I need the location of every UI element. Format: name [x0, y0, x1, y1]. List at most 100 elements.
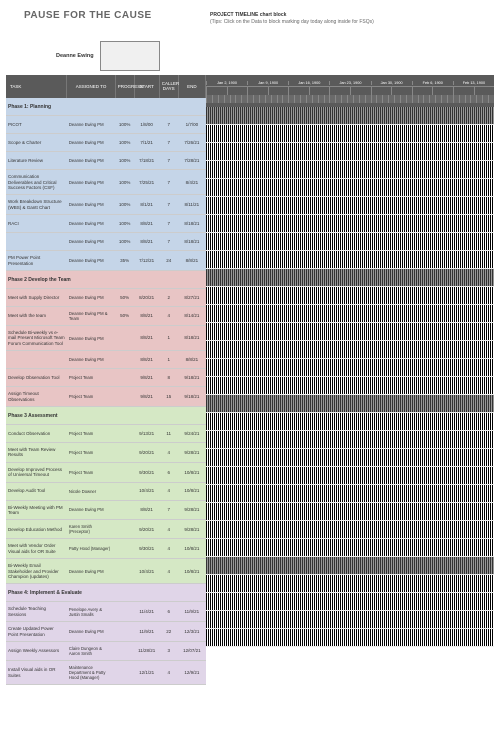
- task-progress: [115, 641, 134, 660]
- task-end: 11/9/21: [178, 602, 205, 622]
- task-row: Install Visual aids in OR SuitesMaintena…: [6, 661, 206, 685]
- task-progress: [115, 622, 134, 642]
- timeline-month: Jan 9, 1900: [247, 81, 288, 85]
- task-name: Schedule Bi-weekly vs e-mail Present Mic…: [6, 326, 67, 351]
- task-days: 6: [159, 602, 178, 622]
- task-days: 22: [159, 622, 178, 642]
- task-progress: [115, 602, 134, 622]
- legend-label: Deanne Ewing: [56, 53, 94, 59]
- task-row: Develop Improved Process of Universal Ti…: [6, 462, 206, 482]
- timeline-week: [227, 87, 248, 95]
- task-start: 11/4/21: [134, 602, 159, 622]
- header-row: TASK ASSIGNED TO PROGRESS START CALLER D…: [6, 75, 206, 98]
- task-row: Develop Observation ToolProject Team 9/8/…: [6, 369, 206, 387]
- task-assigned: Penelope Avery & Justin Smalls: [67, 602, 115, 622]
- task-days: 7: [159, 170, 178, 195]
- gantt-row: [206, 323, 494, 341]
- task-days: 4: [159, 307, 178, 326]
- task-days: 4: [159, 520, 178, 539]
- task-start: 8/8/21: [134, 233, 159, 251]
- gantt-row: [206, 143, 494, 161]
- task-start: 9/30/21: [134, 539, 159, 559]
- task-days: 8: [159, 369, 178, 387]
- task-assigned: Deanne Ewing PM: [67, 215, 115, 233]
- gantt-phase-row: [206, 107, 494, 125]
- task-name: RACI: [6, 215, 67, 233]
- task-assigned: Claire Dungeon & Aaron Smith: [67, 641, 115, 660]
- gantt-row: [206, 503, 494, 521]
- task-end: 10/8/21: [178, 462, 205, 482]
- task-assigned: Project Team: [67, 387, 115, 407]
- gantt-row: [206, 197, 494, 215]
- task-start: 9/8/21: [134, 369, 159, 387]
- task-name: PICOT: [6, 116, 67, 134]
- task-assigned: Deanne Ewing PM: [67, 500, 115, 520]
- timeline: Scroll to increment timeline Jan 2, 1900…: [206, 75, 494, 685]
- task-name: Meet with Vendor Order Visual aids for O…: [6, 539, 67, 559]
- task-days: 6: [159, 462, 178, 482]
- task-start: 9/20/21: [134, 520, 159, 539]
- task-end: 8/18/21: [178, 215, 205, 233]
- task-name: Assign Weekly Assessors: [6, 641, 67, 660]
- col-assigned: ASSIGNED TO: [67, 75, 115, 98]
- gantt-row: [206, 449, 494, 467]
- task-days: 7: [159, 215, 178, 233]
- timeline-week: [391, 87, 412, 95]
- header-note: PROJECT TIMELINE chart block (Tips: Clic…: [210, 12, 374, 26]
- gantt-phase-row: [206, 395, 494, 413]
- task-row: Communication Deliverables and Critical …: [6, 170, 206, 195]
- timeline-week: [309, 87, 330, 95]
- task-name: Bi-Weekly Meeting with PM Team: [6, 500, 67, 520]
- timeline-months: Jan 2, 1900Jan 9, 1900Jan 16, 1900Jan 23…: [206, 75, 494, 87]
- task-assigned: Deanne Ewing PM: [67, 326, 115, 351]
- task-days: 1: [159, 351, 178, 369]
- task-table-wrap: TASK ASSIGNED TO PROGRESS START CALLER D…: [6, 75, 206, 685]
- task-progress: [115, 500, 134, 520]
- task-row: Meet with the teamDeanne Ewing PM & Team…: [6, 307, 206, 326]
- task-assigned: Project Team: [67, 425, 115, 443]
- task-end: 9/18/21: [178, 387, 205, 407]
- task-progress: [115, 539, 134, 559]
- task-assigned: Deanne Ewing PM: [67, 116, 115, 134]
- task-name: Develop Observation Tool: [6, 369, 67, 387]
- task-row: PICOTDeanne Ewing PM100%1/8/0071/7/00: [6, 116, 206, 134]
- task-days: 1: [159, 326, 178, 351]
- task-row: Scope & CharterDeanne Ewing PM100%7/1/21…: [6, 134, 206, 152]
- sheet: TASK ASSIGNED TO PROGRESS START CALLER D…: [6, 75, 494, 685]
- gantt-row: [206, 161, 494, 179]
- timeline-month: Jan 16, 1900: [288, 81, 329, 85]
- task-progress: [115, 387, 134, 407]
- phase-title: Phase 4: Implement & Evaluate: [6, 584, 206, 602]
- task-assigned: Maintenance Department & Patty Hood (Man…: [67, 661, 115, 685]
- task-end: 9/28/21: [178, 443, 205, 463]
- task-row: Create Updated Power Point PresentationD…: [6, 622, 206, 642]
- timeline-week: [268, 87, 289, 95]
- task-row: Bi-Weekly Email Stakeholder and Provider…: [6, 559, 206, 584]
- task-progress: 100%: [115, 215, 134, 233]
- task-end: 7/28/21: [178, 152, 205, 170]
- phase-title: Phase 2 Develop the Team: [6, 271, 206, 289]
- task-days: 7: [159, 500, 178, 520]
- task-row: RACIDeanne Ewing PM100%8/8/2178/18/21: [6, 215, 206, 233]
- task-progress: [115, 425, 134, 443]
- task-end: 1/7/00: [178, 116, 205, 134]
- task-start: 9/20/21: [134, 443, 159, 463]
- page: PAUSE FOR THE CAUSE PROJECT TIMELINE cha…: [0, 0, 500, 695]
- task-start: 12/1/21: [134, 661, 159, 685]
- gantt-row: [206, 359, 494, 377]
- task-end: 8/11/21: [178, 195, 205, 215]
- task-name: Develop Education Method: [6, 520, 67, 539]
- gantt-row: [206, 287, 494, 305]
- task-row: Develop Audit ToolNicole Downer10/4/2141…: [6, 482, 206, 500]
- task-assigned: Karen Smith (Preceptor): [67, 520, 115, 539]
- task-assigned: Project Team: [67, 369, 115, 387]
- legend-box: [100, 41, 160, 71]
- task-assigned: Deanne Ewing PM: [67, 195, 115, 215]
- timeline-week: [329, 87, 350, 95]
- task-end: 7/26/21: [178, 134, 205, 152]
- phase-row: Phase 2 Develop the Team: [6, 271, 206, 289]
- task-progress: [115, 369, 134, 387]
- task-end: 9/28/21: [178, 500, 205, 520]
- timeline-header: Jan 2, 1900Jan 9, 1900Jan 16, 1900Jan 23…: [206, 75, 494, 107]
- gantt-row: [206, 251, 494, 269]
